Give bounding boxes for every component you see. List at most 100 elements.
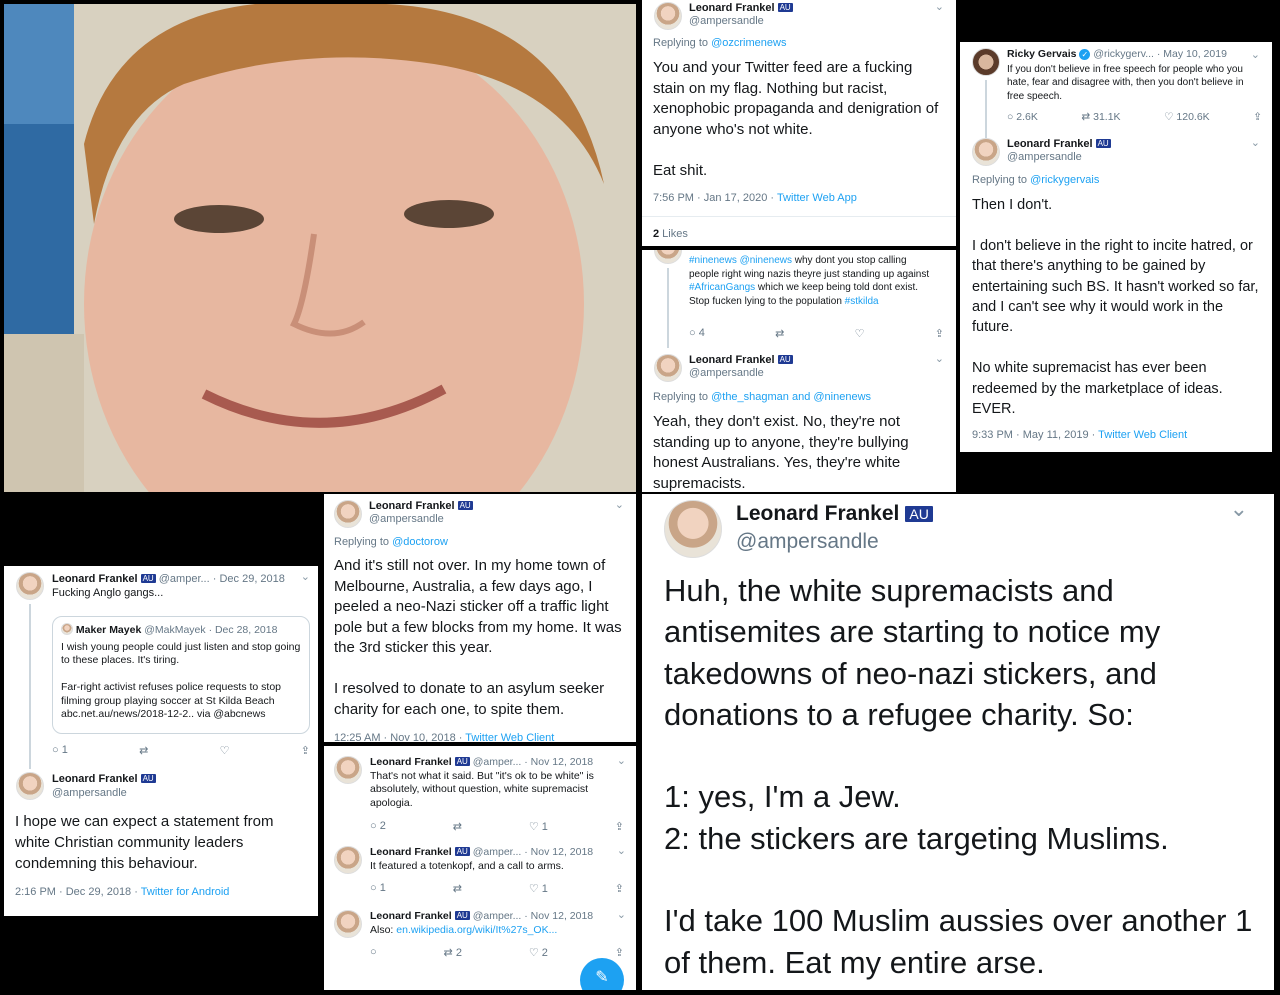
share-icon[interactable]: ⇪: [615, 882, 624, 895]
retweet-icon[interactable]: ⇄: [453, 820, 462, 833]
share-icon[interactable]: ⇪: [935, 327, 944, 340]
thread-item[interactable]: Leonard Frankel AU @amper... · Nov 12, 20…: [324, 754, 636, 838]
chevron-down-icon[interactable]: ⌄: [935, 0, 944, 13]
author-name[interactable]: Leonard Frankel: [370, 910, 452, 922]
avatar[interactable]: [334, 500, 362, 528]
chevron-down-icon[interactable]: ⌄: [615, 498, 624, 511]
author-handle[interactable]: @amper...: [473, 910, 522, 922]
replying-to-link[interactable]: @ozcrimenews: [711, 37, 786, 49]
author-handle[interactable]: @ampersandle: [736, 528, 933, 556]
timestamp-text: 2:16 PM · Dec 29, 2018 ·: [15, 886, 141, 898]
chevron-down-icon[interactable]: ⌄: [617, 908, 626, 921]
retweet-icon[interactable]: ⇄: [453, 882, 462, 895]
tweet-date[interactable]: · Nov 12, 2018: [524, 756, 593, 768]
chevron-down-icon[interactable]: ⌄: [1230, 496, 1248, 522]
ricky-name[interactable]: Ricky Gervais: [1007, 48, 1076, 60]
client-link[interactable]: Twitter Web App: [777, 192, 857, 204]
replying-to-link[interactable]: @rickygervais: [1030, 174, 1099, 186]
quoted-tweet-card[interactable]: Maker Mayek @MakMayek · Dec 28, 2018 I w…: [52, 616, 310, 734]
avatar[interactable]: [16, 572, 44, 600]
replying-to-link[interactable]: @doctorow: [392, 536, 448, 548]
author-name[interactable]: Leonard Frankel: [369, 500, 455, 512]
hashtag-link[interactable]: #AfricanGangs: [689, 282, 755, 293]
quote-author-handle[interactable]: @MakMayek: [144, 624, 205, 636]
quote-author-name[interactable]: Maker Mayek: [76, 624, 141, 636]
chevron-down-icon[interactable]: ⌄: [617, 754, 626, 767]
like-button[interactable]: ♡ 1: [529, 882, 548, 895]
like-icon[interactable]: ♡: [220, 744, 230, 757]
author-name[interactable]: Leonard Frankel: [689, 2, 775, 14]
author-name[interactable]: Leonard Frankel: [370, 846, 452, 858]
tweet-ninenews-reply[interactable]: #ninenews @ninenews why dont you stop ca…: [642, 250, 956, 492]
quote-date[interactable]: · Dec 28, 2018: [209, 624, 278, 636]
reply-button[interactable]: ○ 2: [370, 820, 386, 833]
avatar[interactable]: [334, 756, 362, 784]
avatar[interactable]: [334, 910, 362, 938]
author-name[interactable]: Leonard Frankel: [1007, 138, 1093, 150]
chevron-down-icon[interactable]: ⌄: [1251, 136, 1260, 149]
share-icon[interactable]: ⇪: [1253, 111, 1262, 123]
author-handle[interactable]: @ampersandle: [689, 15, 793, 28]
reply-button[interactable]: ○ 4: [689, 327, 705, 340]
client-link[interactable]: Twitter Web Client: [465, 732, 554, 742]
tweet-rickygervais-reply[interactable]: Ricky Gervais ✓ @rickygerv... · May 10, …: [960, 42, 1272, 452]
tweet-ozcrimenews-reply[interactable]: Leonard Frankel AU @ampersandle ⌄ Replyin…: [642, 0, 956, 246]
author-handle[interactable]: @ampersandle: [1007, 151, 1111, 164]
like-button[interactable]: ♡ 2: [529, 946, 548, 959]
hashtag-link[interactable]: #stkilda: [845, 296, 879, 307]
ricky-gervais-avatar[interactable]: [972, 48, 1000, 76]
client-link[interactable]: Twitter for Android: [141, 886, 230, 898]
tweet-main-large[interactable]: Leonard Frankel AU @ampersandle ⌄ Huh, th…: [642, 494, 1274, 990]
tweet-date[interactable]: · Dec 29, 2018: [213, 573, 285, 585]
like-button[interactable]: ♡ 1: [529, 820, 548, 833]
share-icon[interactable]: ⇪: [615, 946, 624, 959]
tweet-date[interactable]: · Nov 12, 2018: [524, 910, 593, 922]
hashtag-link[interactable]: #ninenews @ninenews: [689, 255, 792, 266]
reply-button[interactable]: ○ 2.6K: [1007, 111, 1038, 123]
avatar[interactable]: [654, 354, 682, 382]
replying-to-link[interactable]: @the_shagman and @ninenews: [711, 391, 871, 403]
author-name[interactable]: Leonard Frankel: [52, 773, 138, 785]
ricky-handle[interactable]: @rickygerv...: [1093, 48, 1154, 60]
share-icon[interactable]: ⇪: [615, 820, 624, 833]
author-handle[interactable]: @amper...: [159, 573, 210, 585]
avatar[interactable]: [664, 500, 722, 558]
author-name[interactable]: Leonard Frankel: [689, 354, 775, 366]
client-link[interactable]: Twitter Web Client: [1098, 429, 1187, 441]
author-handle[interactable]: @ampersandle: [52, 786, 156, 800]
tweet-doctorow-reply[interactable]: Leonard Frankel AU @ampersandle ⌄ Replyin…: [324, 494, 636, 742]
retweet-button[interactable]: ⇄ 31.1K: [1081, 111, 1120, 123]
quoted-avatar[interactable]: [654, 250, 682, 264]
like-icon[interactable]: ♡: [855, 327, 865, 340]
tweet-anglo-gangs[interactable]: Leonard Frankel AU @amper... · Dec 29, 20…: [4, 566, 318, 916]
author-name[interactable]: Leonard Frankel: [370, 756, 452, 768]
chevron-down-icon[interactable]: ⌄: [935, 352, 944, 365]
retweet-icon[interactable]: ⇄: [775, 327, 784, 340]
retweet-icon[interactable]: ⇄: [139, 744, 148, 757]
chevron-down-icon[interactable]: ⌄: [1251, 48, 1260, 61]
author-name[interactable]: Leonard Frankel: [52, 573, 138, 585]
reply-icon[interactable]: ○: [370, 946, 377, 959]
author-name[interactable]: Leonard Frankel: [736, 502, 899, 525]
chevron-down-icon[interactable]: ⌄: [617, 844, 626, 857]
retweet-button[interactable]: ⇄ 2: [444, 946, 462, 959]
avatar[interactable]: [654, 2, 682, 30]
ricky-date[interactable]: · May 10, 2019: [1157, 48, 1227, 60]
author-handle[interactable]: @ampersandle: [689, 367, 793, 380]
avatar[interactable]: [16, 772, 44, 800]
like-button[interactable]: ♡ 120.6K: [1164, 111, 1210, 123]
author-handle[interactable]: @ampersandle: [369, 513, 473, 526]
share-icon[interactable]: ⇪: [301, 744, 310, 757]
reply-button[interactable]: ○ 1: [52, 744, 68, 757]
likes-count[interactable]: 2 Likes: [653, 228, 688, 240]
thread-item[interactable]: Leonard Frankel AU @amper... · Nov 12, 20…: [324, 844, 636, 904]
chevron-down-icon[interactable]: ⌄: [301, 570, 310, 583]
wikipedia-link[interactable]: en.wikipedia.org/wiki/It%27s_OK...: [396, 924, 557, 936]
avatar[interactable]: [334, 846, 362, 874]
author-handle[interactable]: @amper...: [473, 846, 522, 858]
tweet-date[interactable]: · Nov 12, 2018: [524, 846, 593, 858]
author-handle[interactable]: @amper...: [473, 756, 522, 768]
avatar[interactable]: [972, 138, 1000, 166]
reply-button[interactable]: ○ 1: [370, 882, 386, 895]
tweet-thread-nov12[interactable]: Leonard Frankel AU @amper... · Nov 12, 20…: [324, 746, 636, 990]
